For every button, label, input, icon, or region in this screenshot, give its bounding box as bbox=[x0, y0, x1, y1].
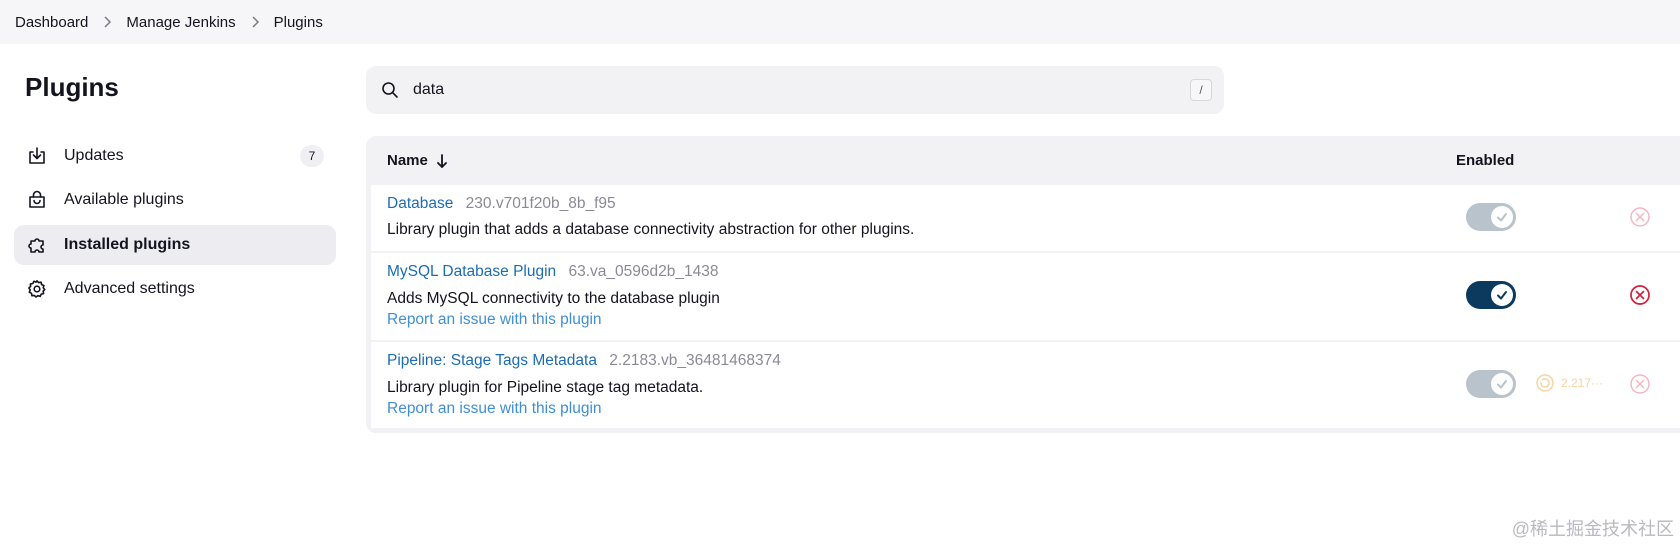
plugin-enabled-toggle[interactable] bbox=[1466, 370, 1516, 398]
uninstall-icon[interactable] bbox=[1629, 284, 1651, 306]
sidebar-item-advanced-settings[interactable]: Advanced settings bbox=[14, 269, 336, 309]
downgrade-version-label: 2.217··· bbox=[1561, 376, 1604, 390]
plugin-version: 63.va_0596d2b_1438 bbox=[568, 263, 719, 280]
plugin-enabled-toggle[interactable] bbox=[1466, 281, 1516, 309]
table-row: MySQL Database Plugin 63.va_0596d2b_1438… bbox=[371, 253, 1680, 340]
sidebar-item-available-plugins[interactable]: Available plugins bbox=[14, 180, 336, 220]
table-row: Pipeline: Stage Tags Metadata 2.2183.vb_… bbox=[371, 342, 1680, 428]
plugin-name-link[interactable]: MySQL Database Plugin bbox=[387, 263, 556, 280]
plugin-description: Adds MySQL connectivity to the database … bbox=[387, 290, 720, 307]
column-header-enabled: Enabled bbox=[1456, 152, 1515, 169]
sidebar-item-label: Installed plugins bbox=[64, 236, 191, 253]
check-icon bbox=[1491, 373, 1513, 395]
plugin-name-link[interactable]: Pipeline: Stage Tags Metadata bbox=[387, 352, 597, 369]
report-issue-link[interactable]: Report an issue with this plugin bbox=[387, 311, 602, 329]
sidebar-item-installed-plugins[interactable]: Installed plugins bbox=[14, 225, 336, 265]
updates-count-badge: 7 bbox=[300, 145, 324, 167]
plugin-version: 230.v701f20b_8b_f95 bbox=[465, 195, 616, 212]
report-issue-link[interactable]: Report an issue with this plugin bbox=[387, 400, 602, 418]
check-icon bbox=[1491, 206, 1513, 228]
sidebar-item-label: Updates bbox=[64, 147, 124, 164]
chevron-right-icon bbox=[250, 16, 260, 28]
installed-plugins-table: Name Enabled Database 230.v701f20b_8b_f9… bbox=[366, 136, 1680, 433]
sidebar-item-updates[interactable]: Updates 7 bbox=[14, 136, 336, 176]
search-shortcut-hint: / bbox=[1190, 79, 1212, 101]
history-icon bbox=[1535, 373, 1555, 393]
breadcrumb: Dashboard Manage Jenkins Plugins bbox=[0, 0, 1680, 44]
watermark: @稀土掘金技术社区 bbox=[1511, 519, 1674, 539]
puzzle-icon bbox=[26, 234, 48, 256]
arrow-down-icon bbox=[436, 153, 448, 169]
uninstall-disabled-icon bbox=[1629, 373, 1651, 395]
breadcrumb-manage-jenkins[interactable]: Manage Jenkins bbox=[126, 14, 235, 31]
breadcrumb-plugins[interactable]: Plugins bbox=[274, 14, 323, 31]
search-input[interactable]: data bbox=[413, 81, 444, 99]
page-title: Plugins bbox=[25, 72, 119, 102]
search-icon bbox=[380, 80, 400, 100]
chevron-right-icon bbox=[102, 16, 112, 28]
plugin-version: 2.2183.vb_36481468374 bbox=[609, 352, 781, 369]
plugin-search-bar[interactable]: data / bbox=[366, 66, 1224, 114]
sidebar-item-label: Available plugins bbox=[64, 191, 184, 208]
table-row: Database 230.v701f20b_8b_f95 Library plu… bbox=[371, 185, 1680, 251]
breadcrumb-dashboard[interactable]: Dashboard bbox=[15, 14, 88, 31]
plugin-name-link[interactable]: Database bbox=[387, 195, 453, 212]
column-header-name[interactable]: Name bbox=[387, 152, 448, 169]
sidebar-item-label: Advanced settings bbox=[64, 280, 195, 297]
gear-icon bbox=[26, 278, 48, 300]
column-header-name-label: Name bbox=[387, 152, 428, 169]
uninstall-disabled-icon bbox=[1629, 206, 1651, 228]
shopping-bag-icon bbox=[26, 189, 48, 211]
plugin-description: Library plugin for Pipeline stage tag me… bbox=[387, 379, 704, 396]
plugin-enabled-toggle[interactable] bbox=[1466, 203, 1516, 231]
download-icon bbox=[26, 145, 48, 167]
plugin-description: Library plugin that adds a database conn… bbox=[387, 221, 915, 238]
downgrade-option[interactable]: 2.217··· bbox=[1535, 373, 1603, 393]
check-icon bbox=[1491, 284, 1513, 306]
